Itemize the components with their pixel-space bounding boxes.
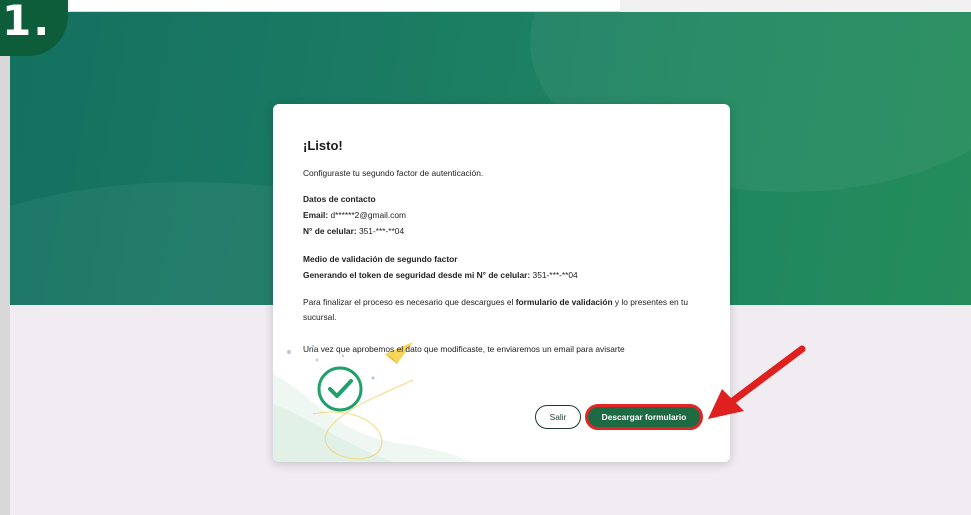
browser-top-strip	[0, 0, 971, 12]
exit-button[interactable]: Salir	[535, 405, 581, 429]
instructions-text: Para finalizar el proceso es necesario q…	[303, 297, 688, 322]
contact-phone: N° de celular: 351-***-**04	[303, 226, 405, 236]
check-circle-icon	[317, 366, 363, 412]
red-pointer-arrow-icon	[708, 345, 806, 419]
validation-method: Generando el token de seguridad desde mi…	[303, 270, 578, 280]
approval-notice: Una vez que aprobemos el dato que modifi…	[303, 344, 625, 354]
browser-tab-area	[70, 0, 620, 12]
dialog-subtitle: Configuraste tu segundo factor de autent…	[303, 168, 484, 178]
success-dialog: ¡Listo! Configuraste tu segundo factor d…	[273, 104, 730, 462]
window-left-border	[0, 0, 10, 515]
contact-email: Email: d******2@gmail.com	[303, 210, 407, 220]
dialog-title: ¡Listo!	[303, 138, 343, 153]
download-form-button[interactable]: Descargar formulario	[585, 404, 703, 430]
validation-heading: Medio de validación de segundo factor	[303, 254, 458, 264]
contact-heading: Datos de contacto	[303, 194, 376, 204]
